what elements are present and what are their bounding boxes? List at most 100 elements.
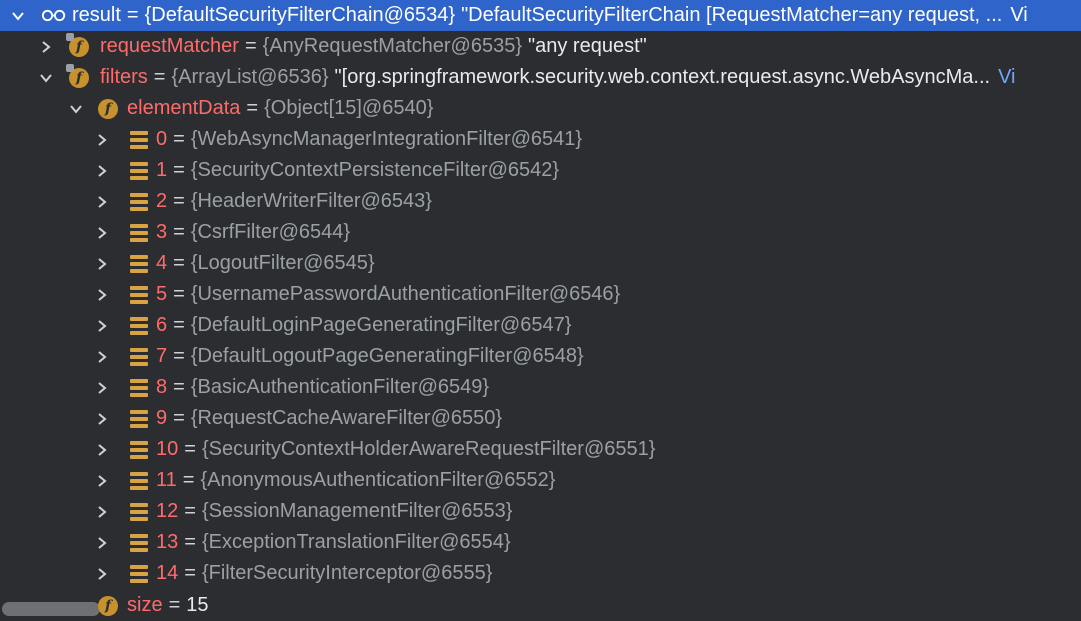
- equals-sign: =: [168, 594, 181, 616]
- object-ref: {DefaultLoginPageGeneratingFilter@6547}: [190, 314, 572, 336]
- chevron-down-icon[interactable]: [34, 66, 58, 90]
- chevron-down-icon[interactable]: [6, 4, 30, 28]
- object-ref: {ArrayList@6536}: [171, 66, 329, 88]
- element-index: 3: [156, 221, 168, 243]
- array-element-icon: [128, 439, 150, 461]
- field-f-icon: f: [97, 98, 119, 120]
- tree-row-element[interactable]: 9 = {RequestCacheAwareFilter@6550}: [0, 403, 1081, 434]
- chevron-right-icon[interactable]: [90, 531, 114, 555]
- tree-row-request-matcher[interactable]: f requestMatcher = {AnyRequestMatcher@65…: [0, 31, 1081, 62]
- chevron-right-icon[interactable]: [90, 314, 114, 338]
- tree-row-element[interactable]: 2 = {HeaderWriterFilter@6543}: [0, 186, 1081, 217]
- object-ref: {UsernamePasswordAuthenticationFilter@65…: [190, 283, 621, 305]
- equals-sign: =: [173, 221, 185, 243]
- chevron-right-icon[interactable]: [90, 283, 114, 307]
- equals-sign: =: [173, 407, 185, 429]
- object-ref: {ExceptionTranslationFilter@6554}: [201, 531, 511, 553]
- tree-row-element[interactable]: 12 = {SessionManagementFilter@6553}: [0, 496, 1081, 527]
- element-index: 5: [156, 283, 168, 305]
- chevron-right-icon[interactable]: [34, 35, 58, 59]
- equals-sign: =: [153, 66, 166, 88]
- array-element-icon: [128, 408, 150, 430]
- tree-row-element[interactable]: 1 = {SecurityContextPersistenceFilter@6542…: [0, 155, 1081, 186]
- chevron-right-icon[interactable]: [90, 438, 114, 462]
- element-index: 11: [156, 469, 177, 491]
- chevron-right-icon[interactable]: [90, 500, 114, 524]
- array-element-icon: [128, 501, 150, 523]
- string-preview: "DefaultSecurityFilterChain [RequestMatc…: [461, 4, 1003, 26]
- tree-row-element[interactable]: 5 = {UsernamePasswordAuthenticationFilter@…: [0, 279, 1081, 310]
- array-element-icon: [128, 377, 150, 399]
- chevron-right-icon[interactable]: [90, 345, 114, 369]
- object-ref: {SecurityContextHolderAwareRequestFilter…: [201, 438, 656, 460]
- object-ref: {AnonymousAuthenticationFilter@6552}: [200, 469, 556, 491]
- object-ref: {SecurityContextPersistenceFilter@6542}: [190, 159, 560, 181]
- tree-row-element[interactable]: 4 = {LogoutFilter@6545}: [0, 248, 1081, 279]
- object-ref: {SessionManagementFilter@6553}: [201, 500, 513, 522]
- tree-row-size[interactable]: f size = 15: [0, 590, 1081, 621]
- element-index: 10: [156, 438, 179, 460]
- tree-row-element[interactable]: 8 = {BasicAuthenticationFilter@6549}: [0, 372, 1081, 403]
- element-index: 13: [156, 531, 179, 553]
- field-f-icon: f: [66, 63, 90, 89]
- chevron-right-icon[interactable]: [90, 190, 114, 214]
- tree-row-element[interactable]: 7 = {DefaultLogoutPageGeneratingFilter@654…: [0, 341, 1081, 372]
- chevron-down-icon[interactable]: [64, 97, 88, 121]
- variable-name: elementData: [127, 97, 241, 119]
- chevron-right-icon[interactable]: [90, 128, 114, 152]
- tree-row-element[interactable]: 3 = {CsrfFilter@6544}: [0, 217, 1081, 248]
- equals-sign: =: [126, 4, 139, 26]
- element-index: 6: [156, 314, 168, 336]
- chevron-right-icon[interactable]: [90, 159, 114, 183]
- object-ref: {BasicAuthenticationFilter@6549}: [190, 376, 490, 398]
- chevron-right-icon[interactable]: [90, 469, 114, 493]
- chevron-right-icon[interactable]: [90, 252, 114, 276]
- equals-sign: =: [182, 469, 195, 491]
- equals-sign: =: [173, 314, 185, 336]
- tree-row-element[interactable]: 14 = {FilterSecurityInterceptor@6555}: [0, 558, 1081, 589]
- object-ref: {DefaultSecurityFilterChain@6534}: [144, 4, 456, 26]
- string-preview: "[org.springframework.security.web.conte…: [334, 66, 991, 88]
- equals-sign: =: [173, 283, 185, 305]
- array-element-icon: [128, 563, 150, 585]
- object-ref: {RequestCacheAwareFilter@6550}: [190, 407, 503, 429]
- object-ref: {FilterSecurityInterceptor@6555}: [201, 562, 493, 584]
- chevron-right-icon[interactable]: [90, 407, 114, 431]
- variable-name: result: [72, 4, 121, 26]
- view-link[interactable]: Vi: [998, 66, 1015, 89]
- object-ref: {WebAsyncManagerIntegrationFilter@6541}: [190, 128, 583, 150]
- variable-name: filters: [100, 66, 148, 88]
- field-f-icon: f: [66, 32, 90, 58]
- element-index: 1: [156, 159, 168, 181]
- variable-name: size: [127, 594, 163, 616]
- equals-sign: =: [173, 190, 185, 212]
- equals-sign: =: [173, 252, 185, 274]
- tree-row-result[interactable]: result = {DefaultSecurityFilterChain@653…: [0, 0, 1081, 31]
- element-data-text: elementData = {Object[15]@6540}: [127, 93, 433, 124]
- array-element-icon: [128, 470, 150, 492]
- request-matcher-text: requestMatcher = {AnyRequestMatcher@6535…: [100, 31, 647, 62]
- equals-sign: =: [173, 128, 185, 150]
- tree-row-element-data[interactable]: f elementData = {Object[15]@6540}: [0, 93, 1081, 124]
- element-index: 14: [156, 562, 179, 584]
- equals-sign: =: [173, 376, 185, 398]
- chevron-right-icon[interactable]: [90, 221, 114, 245]
- view-link[interactable]: Vi: [1010, 4, 1027, 27]
- tree-row-element[interactable]: 13 = {ExceptionTranslationFilter@6554}: [0, 527, 1081, 558]
- equals-sign: =: [184, 531, 196, 553]
- tree-row-element[interactable]: 10 = {SecurityContextHolderAwareRequestFil…: [0, 434, 1081, 465]
- equals-sign: =: [184, 438, 196, 460]
- element-index: 9: [156, 407, 168, 429]
- chevron-right-icon[interactable]: [90, 376, 114, 400]
- element-index: 0: [156, 128, 168, 150]
- object-ref: {HeaderWriterFilter@6543}: [190, 190, 432, 212]
- tree-row-element[interactable]: 11 = {AnonymousAuthenticationFilter@6552}: [0, 465, 1081, 496]
- tree-row-element[interactable]: 0 = {WebAsyncManagerIntegrationFilter@6541…: [0, 124, 1081, 155]
- tree-row-filters[interactable]: f filters = {ArrayList@6536} "[org.sprin…: [0, 62, 1081, 93]
- chevron-right-icon[interactable]: [90, 562, 114, 586]
- tree-row-element[interactable]: 6 = {DefaultLoginPageGeneratingFilter@6547…: [0, 310, 1081, 341]
- element-index: 2: [156, 190, 168, 212]
- array-element-icon: [128, 191, 150, 213]
- field-f-icon: f: [97, 595, 119, 617]
- equals-sign: =: [184, 562, 196, 584]
